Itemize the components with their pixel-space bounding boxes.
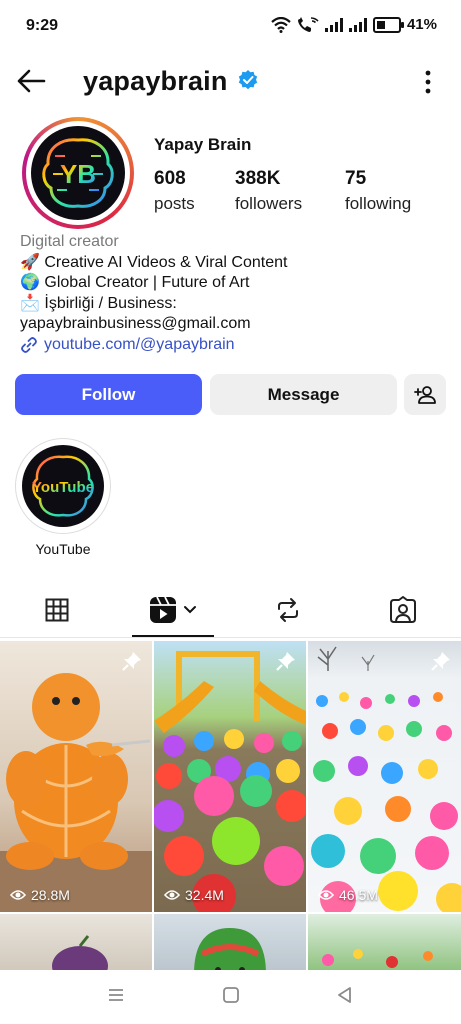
profile-tabs [0, 584, 461, 637]
status-bar: 9:29 41% [0, 0, 461, 48]
bio-email[interactable]: yapaybrainbusiness@gmail.com [20, 314, 440, 335]
stat-label: following [345, 194, 412, 213]
tab-tagged[interactable] [372, 584, 434, 636]
signal-icon [324, 17, 343, 32]
reel-image [154, 651, 306, 912]
system-back-icon[interactable] [335, 985, 355, 1005]
follow-button[interactable]: Follow [15, 374, 202, 415]
profile-bio: Digital creator 🚀 Creative AI Videos & V… [20, 232, 440, 355]
reel-image [52, 935, 108, 971]
verified-badge-icon [238, 70, 258, 90]
avatar-image: YB [31, 126, 125, 220]
reel-image [0, 673, 152, 912]
home-icon[interactable] [221, 985, 241, 1005]
avatar[interactable]: YB [22, 117, 134, 229]
wifi-icon [271, 16, 291, 33]
reel-view-count: 28.8M [31, 887, 70, 903]
tabs-divider [0, 637, 461, 638]
reels-grid: 28.8M 32.4M 46.5M [0, 641, 461, 971]
stat-value: 388K [235, 168, 281, 189]
battery-level: 41% [406, 16, 437, 33]
profile-category: Digital creator [20, 233, 119, 250]
stat-value: 608 [154, 168, 186, 189]
reel-view-count: 46.5M [339, 887, 378, 903]
stat-followers[interactable]: 388K followers [235, 168, 302, 214]
highlight-cover-image: YouTube [22, 445, 104, 527]
reel-thumbnail[interactable] [154, 914, 306, 971]
back-arrow-icon[interactable] [14, 64, 48, 98]
bio-line: 🌍 Global Creator | Future of Art [20, 274, 250, 291]
stat-label: followers [235, 194, 303, 213]
profile-header: yapaybrain [0, 56, 461, 108]
message-button[interactable]: Message [210, 374, 397, 415]
status-time: 9:29 [26, 17, 59, 34]
reel-image [322, 949, 433, 968]
stat-posts[interactable]: 608 posts [154, 168, 195, 214]
link-icon [21, 336, 37, 353]
reels-icon [150, 596, 176, 623]
stat-value: 75 [345, 168, 367, 189]
highlight-label: YouTube [35, 541, 91, 557]
tagged-person-icon [390, 596, 416, 623]
profile-display-name: Yapay Brain [154, 135, 252, 154]
battery-icon [372, 16, 404, 33]
profile-link[interactable]: youtube.com/@yapaybrain [20, 335, 440, 356]
views-eye-icon [10, 890, 26, 900]
story-highlight-youtube[interactable]: YouTube YouTube [15, 438, 111, 557]
stat-following[interactable]: 75 following [345, 168, 411, 214]
recent-apps-icon[interactable] [106, 985, 126, 1005]
bio-line: 🚀 Creative AI Videos & Viral Content [20, 253, 288, 271]
svg-text:YB: YB [60, 159, 96, 189]
reel-view-count: 32.4M [185, 887, 224, 903]
stat-label: posts [154, 194, 195, 213]
reel-thumbnail[interactable] [308, 914, 461, 971]
reel-thumbnail[interactable]: 28.8M [0, 641, 152, 912]
tab-reels[interactable] [132, 584, 214, 637]
signal-icon-2 [348, 17, 367, 32]
add-person-icon [414, 385, 436, 404]
page-title: yapaybrain [83, 66, 228, 96]
views-eye-icon [164, 890, 180, 900]
more-options-icon[interactable] [425, 70, 431, 94]
reel-thumbnail[interactable] [0, 914, 152, 971]
chevron-down-icon [184, 606, 196, 614]
repost-icon [278, 598, 298, 622]
tab-posts-grid[interactable] [26, 584, 88, 636]
views-eye-icon [318, 890, 334, 900]
reel-thumbnail[interactable]: 46.5M [308, 641, 461, 912]
reel-image [194, 928, 266, 971]
pin-icon [122, 652, 141, 671]
grid-icon [45, 598, 69, 622]
highlight-logo-text: YouTube [32, 479, 94, 496]
tab-reposts[interactable] [257, 584, 319, 636]
wifi-call-icon [297, 16, 319, 32]
pin-icon [431, 652, 450, 671]
brain-logo-icon: YB [42, 138, 114, 208]
profile-link-text: youtube.com/@yapaybrain [44, 335, 235, 353]
system-navigation-bar [0, 970, 461, 1024]
brain-logo-icon: YouTube [32, 455, 94, 517]
suggest-users-button[interactable] [404, 374, 446, 415]
bio-line: 📩 İşbirliği / Business: [20, 294, 177, 312]
reel-image [311, 646, 461, 912]
pin-icon [276, 652, 295, 671]
reel-thumbnail[interactable]: 32.4M [154, 641, 306, 912]
